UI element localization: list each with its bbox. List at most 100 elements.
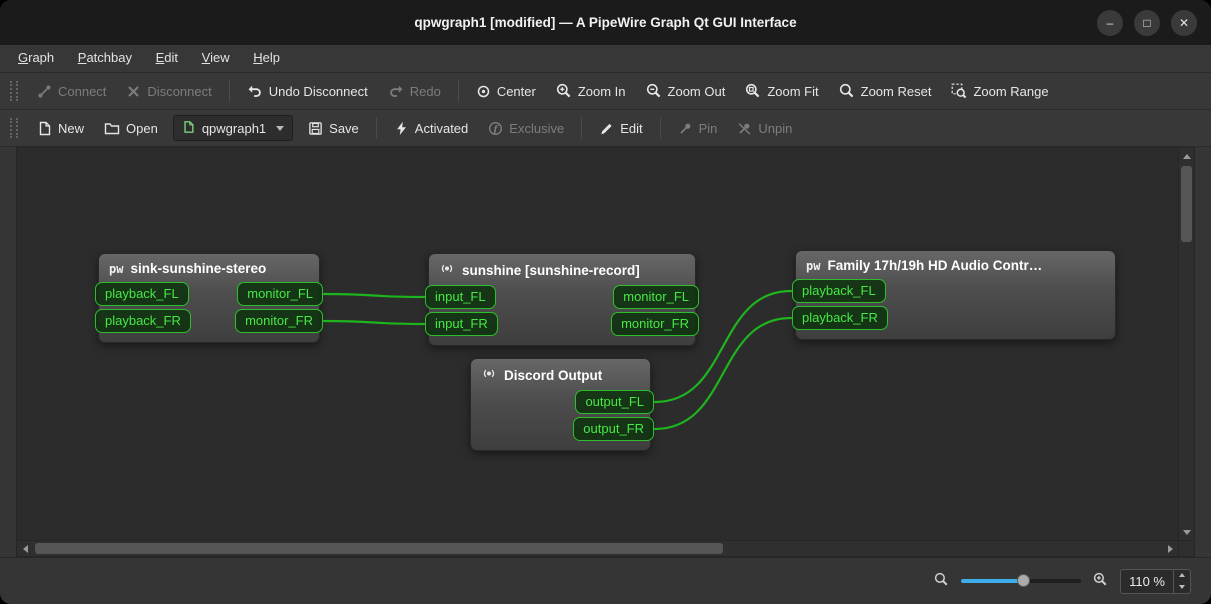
new-button[interactable]: New [28,114,93,143]
vertical-scrollbar-handle[interactable] [1181,166,1192,242]
node-sink-sunshine-stereo[interactable]: pw sink-sunshine-stereo playback_FL play… [95,253,323,343]
audio-port[interactable]: output_FR [573,417,654,441]
zoom-out-icon [934,572,949,590]
open-button[interactable]: Open [95,114,167,143]
node-discord-output[interactable]: Discord Output output_FL output_FR [470,358,654,451]
toolbar-separator [375,117,377,139]
audio-port[interactable]: input_FL [425,285,496,309]
titlebar[interactable]: qpwgraph1 [modified] — A PipeWire Graph … [0,0,1211,45]
disconnect-button[interactable]: Disconnect [117,77,220,106]
minimize-button[interactable]: – [1097,9,1123,36]
activated-button[interactable]: Activated [385,114,477,143]
undo-label: Undo Disconnect [268,83,368,99]
arrow-left-icon [22,545,28,553]
toolbar-grip[interactable] [10,81,18,101]
zoom-out-icon [646,83,662,99]
graph-canvas[interactable]: pw sink-sunshine-stereo playback_FL play… [17,148,1178,540]
audio-port[interactable]: input_FR [425,312,498,336]
graph-view: pw sink-sunshine-stereo playback_FL play… [16,147,1195,557]
connect-button[interactable]: Connect [28,77,115,106]
zoom-in-icon [556,83,572,99]
arrow-up-icon [1183,153,1191,159]
redo-button[interactable]: Redo [379,77,450,106]
audio-port[interactable]: monitor_FR [235,309,323,333]
zoom-fit-button[interactable]: Zoom Fit [736,77,827,106]
close-button[interactable]: ✕ [1171,9,1197,36]
menu-help[interactable]: Help [243,45,290,71]
pin-button[interactable]: Pin [669,114,727,143]
scroll-up-button[interactable] [1179,148,1195,164]
toolbar-separator [457,80,459,102]
zoom-range-icon [951,83,967,99]
scroll-left-button[interactable] [17,541,33,557]
audio-port[interactable]: output_FL [575,390,654,414]
close-icon: ✕ [1178,15,1190,30]
zoom-fit-icon [745,83,761,99]
audio-port[interactable]: monitor_FL [237,282,323,306]
audio-port[interactable]: playback_FL [95,282,189,306]
zoom-in-label: Zoom In [577,83,626,99]
spin-up-button[interactable] [1174,570,1190,582]
zoom-out-button[interactable]: Zoom Out [637,77,735,106]
spin-arrows [1173,569,1190,593]
zoom-range-button[interactable]: Zoom Range [942,77,1057,106]
chevron-down-icon [276,125,285,131]
zoom-value[interactable]: 110 % [1121,570,1173,593]
zoom-slider[interactable] [961,574,1082,588]
scroll-right-button[interactable] [1162,541,1178,557]
center-button[interactable]: Center [467,77,545,106]
speaker-icon [439,261,455,279]
session-combo-value: qpwgraph1 [201,120,267,136]
audio-port[interactable]: playback_FR [95,309,191,333]
zoom-spinbox[interactable]: 110 % [1120,568,1191,594]
center-label: Center [496,83,536,99]
connect-icon [37,84,52,99]
pipewire-icon: pw [806,258,821,273]
audio-port[interactable]: playback_FR [792,306,888,330]
connection-cable[interactable] [322,319,426,326]
horizontal-scrollbar[interactable] [17,540,1178,556]
pin-icon [678,121,693,136]
lightning-icon [394,121,409,136]
menu-graph[interactable]: Graph [8,45,64,71]
undo-button[interactable]: Undo Disconnect [238,77,377,106]
zoom-out-label: Zoom Out [667,83,726,99]
zoom-fit-label: Zoom Fit [767,83,819,99]
toolbar-grip[interactable] [10,118,18,138]
menu-view[interactable]: View [192,45,240,71]
toolbar-graph: Connect Disconnect Undo Disconnect Redo … [0,73,1211,110]
exclusive-label: Exclusive [509,120,565,136]
edit-label: Edit [620,120,643,136]
scroll-down-button[interactable] [1179,524,1195,540]
disconnect-icon [126,84,141,99]
audio-port[interactable]: monitor_FL [613,285,699,309]
exclusive-button[interactable]: f Exclusive [479,114,573,143]
connection-cable[interactable] [322,292,426,299]
disconnect-label: Disconnect [147,83,212,99]
spin-down-button[interactable] [1174,581,1190,593]
zoom-in-button[interactable]: Zoom In [547,77,635,106]
edit-button[interactable]: Edit [590,114,651,143]
node-title: sunshine [sunshine-record] [462,262,640,278]
zoom-reset-label: Zoom Reset [860,83,932,99]
audio-port[interactable]: monitor_FR [611,312,699,336]
speaker-icon [481,366,497,384]
horizontal-scrollbar-handle[interactable] [35,543,723,554]
slider-handle[interactable] [1017,574,1031,587]
menu-edit[interactable]: Edit [146,45,188,71]
audio-port[interactable]: playback_FL [792,279,886,303]
node-family-audio-controller[interactable]: pw Family 17h/19h HD Audio Contr… playba… [792,250,1116,340]
node-sunshine[interactable]: sunshine [sunshine-record] input_FL inpu… [425,253,699,346]
zoom-range-label: Zoom Range [973,83,1049,99]
unpin-button[interactable]: Unpin [728,114,801,143]
save-button[interactable]: Save [299,114,368,143]
session-combo[interactable]: qpwgraph1 [172,115,294,141]
zoom-reset-button[interactable]: Zoom Reset [830,77,941,106]
vertical-scrollbar[interactable] [1178,148,1194,540]
node-header: sunshine [sunshine-record] [429,254,695,283]
menu-patchbay[interactable]: Patchbay [68,45,142,71]
arrow-down-icon [1179,584,1185,589]
connect-label: Connect [58,83,107,99]
zoom-reset-icon [839,83,855,99]
maximize-button[interactable]: □ [1134,9,1160,36]
